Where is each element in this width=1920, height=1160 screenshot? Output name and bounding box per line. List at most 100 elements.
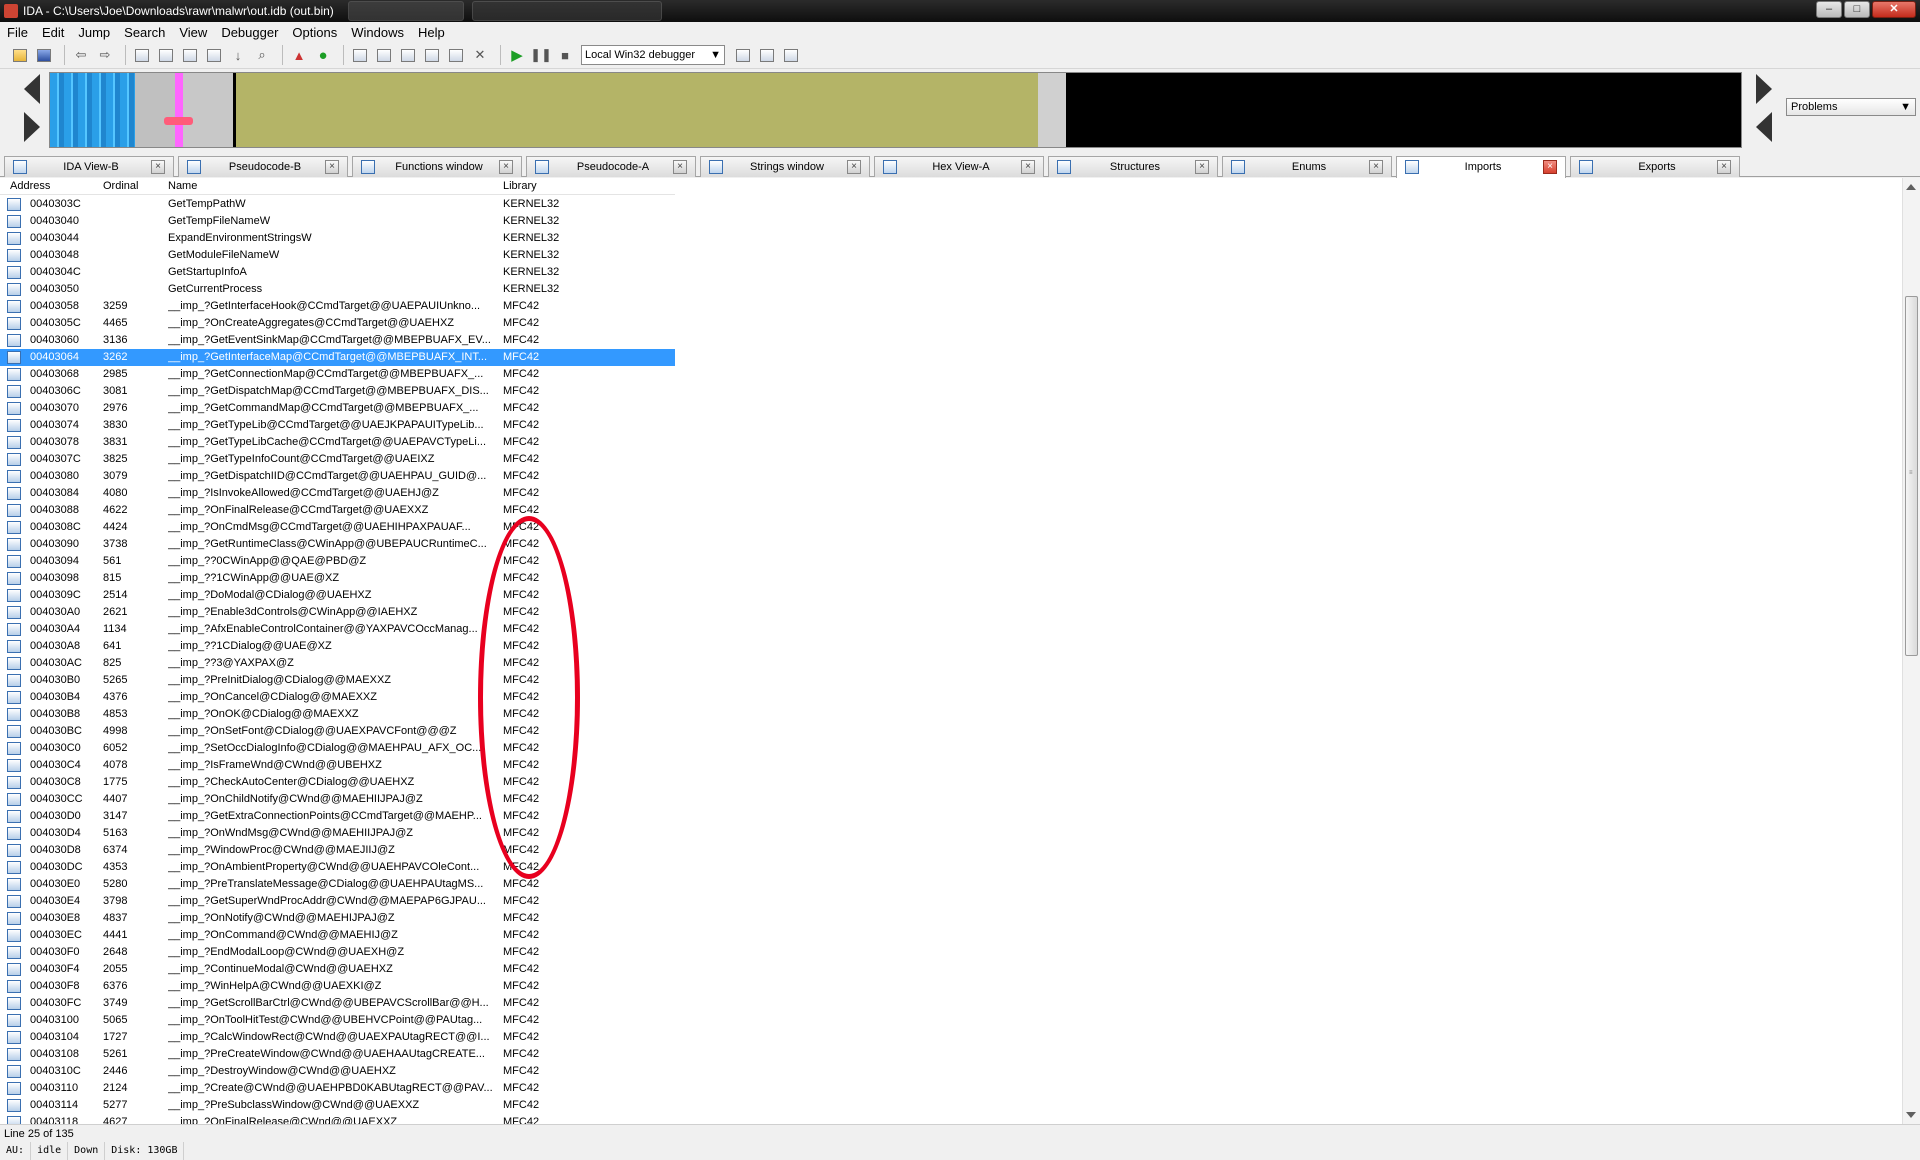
- menu-jump[interactable]: Jump: [71, 25, 117, 40]
- table-row[interactable]: 004030E4 3798 __imp_?GetSuperWndProcAddr@C…: [0, 893, 675, 910]
- graph-icon[interactable]: ▲: [289, 45, 309, 65]
- table-row[interactable]: 004030D4 5163 __imp_?OnWndMsg@CWnd@@MAEHII…: [0, 825, 675, 842]
- tab-enums[interactable]: Enums ×: [1222, 156, 1392, 177]
- tab-close-icon[interactable]: ×: [1195, 160, 1209, 174]
- column-header-address[interactable]: Address: [10, 180, 50, 192]
- undefine-icon[interactable]: [422, 45, 442, 65]
- tab-structures[interactable]: Structures ×: [1048, 156, 1218, 177]
- navigation-strip[interactable]: [49, 72, 1742, 148]
- table-row[interactable]: 004030F0 2648 __imp_?EndModalLoop@CWnd@@UA…: [0, 944, 675, 961]
- search-icon[interactable]: ⌕: [252, 45, 272, 65]
- tab-hex-view-a[interactable]: Hex View-A ×: [874, 156, 1044, 177]
- table-row[interactable]: 00403114 5277 __imp_?PreSubclassWindow@CWn…: [0, 1097, 675, 1114]
- menu-edit[interactable]: Edit: [35, 25, 71, 40]
- table-row[interactable]: 004030A8 641 __imp_??1CDialog@@UAE@XZ MFC42: [0, 638, 675, 655]
- table-row[interactable]: 00403050 GetCurrentProcess KERNEL32: [0, 281, 675, 298]
- table-row[interactable]: 00403060 3136 __imp_?GetEventSinkMap@CCmdT…: [0, 332, 675, 349]
- table-row[interactable]: 004030B8 4853 __imp_?OnOK@CDialog@@MAEXXZ M…: [0, 706, 675, 723]
- table-row[interactable]: 00403068 2985 __imp_?GetConnectionMap@CCmd…: [0, 366, 675, 383]
- tab-close-icon[interactable]: ×: [673, 160, 687, 174]
- tab-close-icon[interactable]: ×: [1717, 160, 1731, 174]
- tab-close-icon[interactable]: ×: [1543, 160, 1557, 174]
- menu-view[interactable]: View: [172, 25, 214, 40]
- tab-pseudocode-a[interactable]: Pseudocode-A ×: [526, 156, 696, 177]
- green-circle-icon[interactable]: ●: [313, 45, 333, 65]
- save-icon[interactable]: [34, 45, 54, 65]
- table-row[interactable]: 0040304C GetStartupInfoA KERNEL32: [0, 264, 675, 281]
- debugger-select[interactable]: Local Win32 debugger ▼: [581, 45, 725, 65]
- table-row[interactable]: 004030D0 3147 __imp_?GetExtraConnectionPoi…: [0, 808, 675, 825]
- minimize-button[interactable]: –: [1816, 1, 1842, 18]
- menu-options[interactable]: Options: [285, 25, 344, 40]
- problems-select[interactable]: Problems ▼: [1786, 98, 1916, 116]
- pause-icon[interactable]: ❚❚: [530, 45, 552, 65]
- print-icon[interactable]: [180, 45, 200, 65]
- tab-close-icon[interactable]: ×: [1369, 160, 1383, 174]
- table-row[interactable]: 00403078 3831 __imp_?GetTypeLibCache@CCmdT…: [0, 434, 675, 451]
- table-row[interactable]: 00403100 5065 __imp_?OnToolHitTest@CWnd@@U…: [0, 1012, 675, 1029]
- vertical-scrollbar[interactable]: ≡: [1902, 178, 1920, 1124]
- tab-ida-view-b[interactable]: IDA View-B ×: [4, 156, 174, 177]
- tab-functions-window[interactable]: Functions window ×: [352, 156, 522, 177]
- stop-icon[interactable]: ■: [555, 45, 575, 65]
- table-row[interactable]: 004030A4 1134 __imp_?AfxEnableControlConta…: [0, 621, 675, 638]
- scroll-up-icon[interactable]: [1906, 184, 1916, 190]
- debug-options-icon[interactable]: [733, 45, 753, 65]
- table-row[interactable]: 0040308C 4424 __imp_?OnCmdMsg@CCmdTarget@@…: [0, 519, 675, 536]
- table-row[interactable]: 0040309C 2514 __imp_?DoModal@CDialog@@UAEH…: [0, 587, 675, 604]
- table-row[interactable]: 004030AC 825 __imp_??3@YAXPAX@Z MFC42: [0, 655, 675, 672]
- close-button[interactable]: ✕: [1872, 1, 1916, 18]
- table-row[interactable]: 00403084 4080 __imp_?IsInvokeAllowed@CCmdT…: [0, 485, 675, 502]
- back-arrow-icon[interactable]: ⇦: [71, 45, 91, 65]
- scrollbar-thumb[interactable]: ≡: [1905, 296, 1918, 656]
- cross-icon[interactable]: ✕: [470, 45, 490, 65]
- table-row[interactable]: 00403104 1727 __imp_?CalcWindowRect@CWnd@@…: [0, 1029, 675, 1046]
- tab-close-icon[interactable]: ×: [499, 160, 513, 174]
- table-row[interactable]: 004030F8 6376 __imp_?WinHelpA@CWnd@@UAEXKI…: [0, 978, 675, 995]
- detach-icon[interactable]: [781, 45, 801, 65]
- table-row[interactable]: 004030BC 4998 __imp_?OnSetFont@CDialog@@UA…: [0, 723, 675, 740]
- tab-close-icon[interactable]: ×: [325, 160, 339, 174]
- maximize-button[interactable]: □: [1844, 1, 1870, 18]
- table-row[interactable]: 0040307C 3825 __imp_?GetTypeInfoCount@CCmd…: [0, 451, 675, 468]
- table-row[interactable]: 004030F4 2055 __imp_?ContinueModal@CWnd@@U…: [0, 961, 675, 978]
- table-row[interactable]: 00403064 3262 __imp_?GetInterfaceMap@CCmdT…: [0, 349, 675, 366]
- table-row[interactable]: 00403090 3738 __imp_?GetRuntimeClass@CWinA…: [0, 536, 675, 553]
- down-arrow-icon[interactable]: ↓: [228, 45, 248, 65]
- table-row[interactable]: 00403048 GetModuleFileNameW KERNEL32: [0, 247, 675, 264]
- load-file-icon[interactable]: [132, 45, 152, 65]
- menu-file[interactable]: File: [0, 25, 35, 40]
- table-row[interactable]: 0040305C 4465 __imp_?OnCreateAggregates@CC…: [0, 315, 675, 332]
- function-icon[interactable]: [446, 45, 466, 65]
- menu-debugger[interactable]: Debugger: [214, 25, 285, 40]
- table-row[interactable]: 00403040 GetTempFileNameW KERNEL32: [0, 213, 675, 230]
- table-row[interactable]: 004030B4 4376 __imp_?OnCancel@CDialog@@MAE…: [0, 689, 675, 706]
- nav-right-arrow-icon[interactable]: [24, 112, 40, 142]
- table-row[interactable]: 004030D8 6374 __imp_?WindowProc@CWnd@@MAEJ…: [0, 842, 675, 859]
- struct-icon[interactable]: [398, 45, 418, 65]
- table-row[interactable]: 00403070 2976 __imp_?GetCommandMap@CCmdTar…: [0, 400, 675, 417]
- table-row[interactable]: 0040303C GetTempPathW KERNEL32: [0, 196, 675, 213]
- table-row[interactable]: 00403098 815 __imp_??1CWinApp@@UAE@XZ MFC42: [0, 570, 675, 587]
- table-row[interactable]: 004030C8 1775 __imp_?CheckAutoCenter@CDial…: [0, 774, 675, 791]
- table-row[interactable]: 004030C4 4078 __imp_?IsFrameWnd@CWnd@@UBEH…: [0, 757, 675, 774]
- tab-strings-window[interactable]: Strings window ×: [700, 156, 870, 177]
- nav-right-arrow-icon[interactable]: [1756, 74, 1772, 104]
- table-row[interactable]: 00403044 ExpandEnvironmentStringsW KERNEL3…: [0, 230, 675, 247]
- table-row[interactable]: 0040310C 2446 __imp_?DestroyWindow@CWnd@@U…: [0, 1063, 675, 1080]
- table-row[interactable]: 00403094 561 __imp_??0CWinApp@@QAE@PBD@Z MF…: [0, 553, 675, 570]
- tab-pseudocode-b[interactable]: Pseudocode-B ×: [178, 156, 348, 177]
- table-row[interactable]: 00403110 2124 __imp_?Create@CWnd@@UAEHPBD0…: [0, 1080, 675, 1097]
- table-row[interactable]: 004030C0 6052 __imp_?SetOccDialogInfo@CDia…: [0, 740, 675, 757]
- play-icon[interactable]: ▶: [507, 45, 527, 65]
- tab-close-icon[interactable]: ×: [151, 160, 165, 174]
- nav-left-arrow-icon[interactable]: [1756, 112, 1772, 142]
- table-row[interactable]: 004030EC 4441 __imp_?OnCommand@CWnd@@MAEHI…: [0, 927, 675, 944]
- table-row[interactable]: 00403088 4622 __imp_?OnFinalRelease@CCmdTa…: [0, 502, 675, 519]
- tab-imports[interactable]: Imports ×: [1396, 156, 1566, 178]
- column-header-library[interactable]: Library: [503, 180, 537, 192]
- scroll-down-icon[interactable]: [1906, 1112, 1916, 1118]
- data-icon[interactable]: [374, 45, 394, 65]
- table-row[interactable]: 00403074 3830 __imp_?GetTypeLib@CCmdTarget…: [0, 417, 675, 434]
- nav-left-arrow-icon[interactable]: [24, 74, 40, 104]
